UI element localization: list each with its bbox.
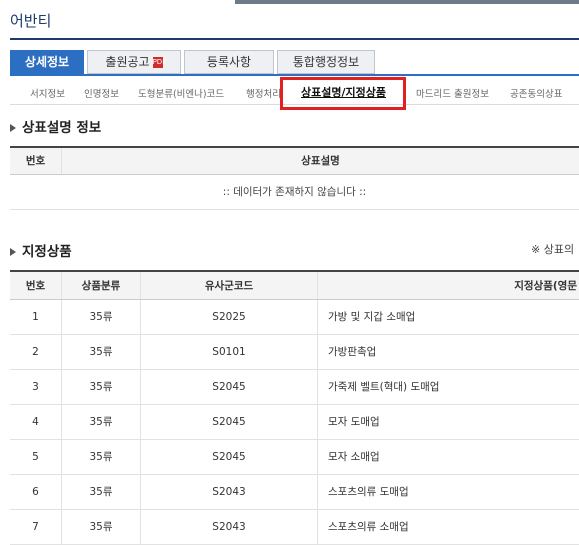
note-text: ※ 상표의 (531, 241, 574, 257)
cell-similar-code: S2045 (141, 369, 318, 404)
cell-class: 35류 (62, 439, 141, 474)
pdf-icon[interactable]: PDF (153, 57, 163, 68)
cell-similar-code: S2043 (141, 509, 318, 544)
table-row: 2 35류 S0101 가방판촉업 (10, 334, 579, 369)
cell-number: 2 (10, 334, 62, 369)
cell-goods: 모자 도매업 (318, 404, 579, 439)
triangle-icon (10, 124, 16, 132)
tab-label: 등록사항 (207, 55, 251, 69)
cell-goods: 모자 소매업 (318, 439, 579, 474)
cell-similar-code: S2043 (141, 474, 318, 509)
tab-registration[interactable]: 등록사항 (184, 50, 274, 74)
tab-detail[interactable]: 상세정보 (10, 50, 84, 74)
cell-number: 7 (10, 509, 62, 544)
table-row: 1 35류 S2025 가방 및 지갑 소매업 (10, 299, 579, 334)
tab-publication[interactable]: 출원공고 PDF (87, 50, 181, 74)
table-row: 3 35류 S2045 가죽제 벨트(혁대) 도매업 (10, 369, 579, 404)
description-table: 번호 상표설명 :: 데이터가 존재하지 않습니다 :: (10, 146, 579, 210)
cell-goods: 스포츠의류 소매업 (318, 509, 579, 544)
section-title-text: 상표설명 정보 (22, 120, 101, 136)
column-header-number: 번호 (10, 271, 62, 299)
column-header-goods: 지정상품(영문 (318, 271, 579, 299)
cell-number: 4 (10, 404, 62, 439)
triangle-icon (10, 248, 16, 256)
table-header-row: 번호 상표설명 (10, 147, 579, 174)
tab-admin-info[interactable]: 통합행정정보 (277, 50, 375, 74)
subtab-admin[interactable]: 행정처리 (246, 86, 281, 100)
tab-divider (10, 74, 579, 76)
empty-message: :: 데이터가 존재하지 않습니다 :: (10, 174, 579, 209)
main-tabs: 상세정보 출원공고 PDF 등록사항 통합행정정보 (10, 50, 378, 74)
cell-class: 35류 (62, 369, 141, 404)
tab-label: 상세정보 (25, 55, 69, 69)
cell-goods: 스포츠의류 도매업 (318, 474, 579, 509)
title-divider (10, 38, 579, 40)
cell-similar-code: S2045 (141, 404, 318, 439)
cell-number: 3 (10, 369, 62, 404)
column-header-class: 상품분류 (62, 271, 141, 299)
cell-class: 35류 (62, 299, 141, 334)
cell-class: 35류 (62, 404, 141, 439)
cell-class: 35류 (62, 509, 141, 544)
cell-goods: 가죽제 벨트(혁대) 도매업 (318, 369, 579, 404)
goods-table: 번호 상품분류 유사군코드 지정상품(영문 1 35류 S2025 가방 및 지… (10, 270, 579, 545)
table-header-row: 번호 상품분류 유사군코드 지정상품(영문 (10, 271, 579, 299)
cell-class: 35류 (62, 334, 141, 369)
subtab-coexistence[interactable]: 공존동의상표 (510, 86, 562, 100)
tab-label: 통합행정정보 (293, 55, 359, 69)
section-title-goods: 지정상품 (10, 240, 72, 260)
section-title-description: 상표설명 정보 (10, 116, 101, 136)
table-row: 5 35류 S2045 모자 소매업 (10, 439, 579, 474)
cell-similar-code: S2025 (141, 299, 318, 334)
subtab-person[interactable]: 인명정보 (84, 86, 119, 100)
table-row: :: 데이터가 존재하지 않습니다 :: (10, 174, 579, 209)
column-header-similar-code: 유사군코드 (141, 271, 318, 299)
highlight-box (280, 77, 406, 110)
column-header-number: 번호 (10, 147, 62, 174)
subtab-vienna-code[interactable]: 도형분류(비엔나)코드 (138, 86, 224, 100)
subtab-bibliographic[interactable]: 서지정보 (30, 86, 65, 100)
cell-goods: 가방 및 지갑 소매업 (318, 299, 579, 334)
tab-label: 출원공고 (105, 55, 149, 69)
column-header-description: 상표설명 (62, 147, 579, 174)
cell-number: 6 (10, 474, 62, 509)
cell-similar-code: S0101 (141, 334, 318, 369)
cell-number: 5 (10, 439, 62, 474)
subtab-madrid[interactable]: 마드리드 출원정보 (416, 86, 489, 100)
cell-similar-code: S2045 (141, 439, 318, 474)
cell-number: 1 (10, 299, 62, 334)
cell-goods: 가방판촉업 (318, 334, 579, 369)
table-row: 6 35류 S2043 스포츠의류 도매업 (10, 474, 579, 509)
cell-class: 35류 (62, 474, 141, 509)
table-row: 7 35류 S2043 스포츠의류 소매업 (10, 509, 579, 544)
table-row: 4 35류 S2045 모자 도매업 (10, 404, 579, 439)
section-title-text: 지정상품 (22, 244, 72, 260)
page-title: 어반티 (10, 10, 51, 31)
top-strip (235, 0, 579, 4)
